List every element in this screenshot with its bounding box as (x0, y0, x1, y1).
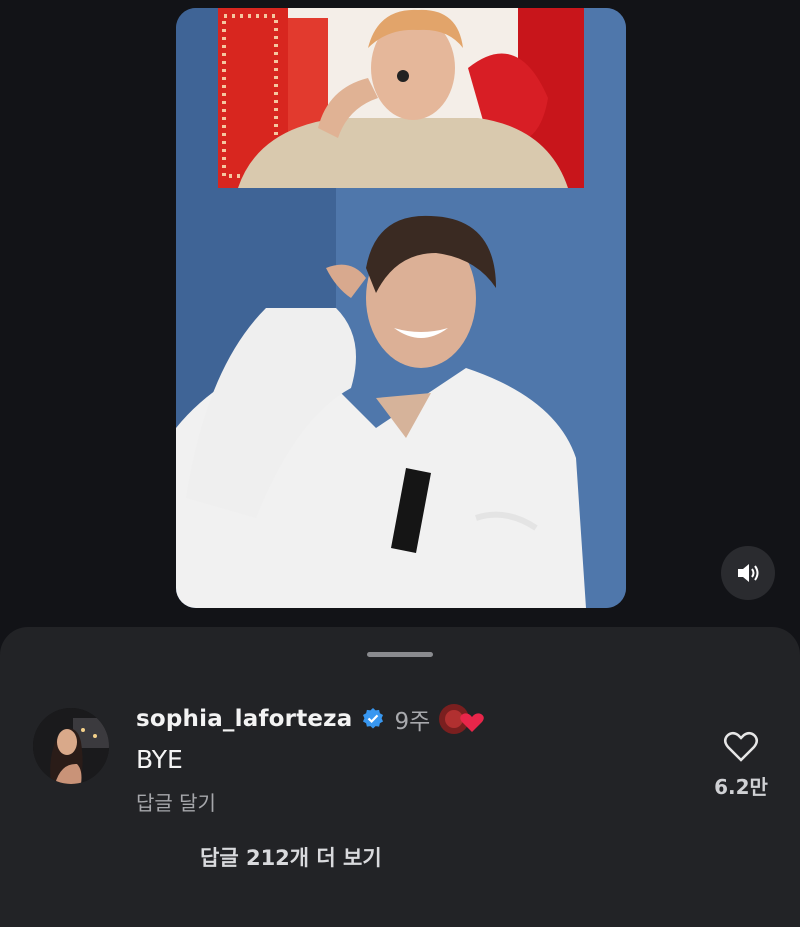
sheet-drag-handle[interactable] (367, 652, 433, 657)
sound-toggle-button[interactable] (721, 546, 775, 600)
speaker-icon (738, 564, 759, 582)
verified-badge-icon (362, 708, 383, 729)
reply-button[interactable]: 답글 달기 (136, 787, 216, 816)
comment-sheet: sophia_laforteza 9주 BYE 답글 달기 6.2만 답글 21… (0, 627, 800, 927)
like-count: 6.2만 (714, 775, 768, 799)
comment-username[interactable]: sophia_laforteza (136, 706, 353, 732)
inset-video-clip (218, 8, 584, 188)
reel-video[interactable] (176, 8, 626, 608)
view-more-replies-button[interactable]: 답글 212개 더 보기 (200, 842, 382, 872)
comment-like-column: 6.2만 (706, 731, 776, 800)
avatar[interactable] (33, 708, 109, 784)
creator-liked-icon (439, 704, 485, 734)
comment-header: sophia_laforteza 9주 (136, 702, 486, 736)
heart-outline-icon[interactable] (723, 731, 759, 763)
creator-person (176, 198, 626, 608)
comment-time: 9주 (394, 709, 431, 735)
comment-text: BYE (136, 745, 183, 774)
